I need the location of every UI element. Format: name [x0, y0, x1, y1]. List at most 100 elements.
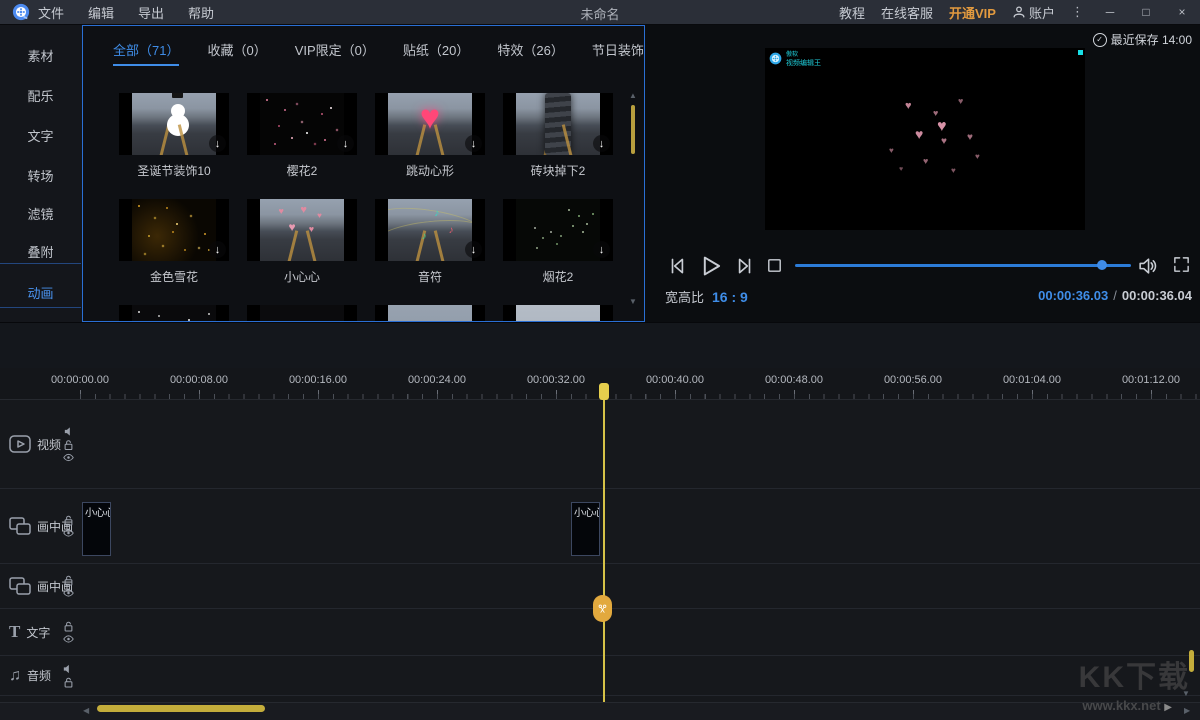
download-icon[interactable]: ↓	[465, 241, 482, 258]
sidebar-item-material[interactable]: 素材	[0, 46, 81, 66]
app-watermark: 傲软 视频编辑王	[769, 52, 821, 68]
track-row-pip1[interactable]: 画中画	[0, 489, 1200, 564]
total-timecode: 00:00:36.04	[1122, 288, 1192, 303]
fullscreen-icon[interactable]	[1172, 255, 1191, 274]
download-icon[interactable]: ↓	[465, 135, 482, 152]
tab-holiday[interactable]: 节日装饰（27）	[592, 40, 645, 66]
download-icon[interactable]: ↓	[209, 241, 226, 258]
library-item[interactable]: ↓ 圣诞节装饰10	[119, 93, 229, 179]
track-lock-icon[interactable]	[64, 575, 73, 586]
thumbnail-sakura[interactable]: ↓	[247, 93, 357, 155]
minimize-button[interactable]: ─	[1100, 5, 1120, 19]
thumbnail-gold-snow[interactable]: ↓	[119, 199, 229, 261]
timeline-clip[interactable]: 小心心	[571, 502, 600, 556]
timeline-clip[interactable]: 小心心	[82, 502, 111, 556]
item-label: 砖块掉下2	[503, 162, 613, 179]
sidebar-item-filter[interactable]: 滤镜	[0, 204, 81, 224]
thumbnail-music-notes[interactable]: ♪ ♪ ♪ ↓	[375, 199, 485, 261]
item-label: 烟花2	[503, 268, 613, 285]
library-item[interactable]: ♪ ♪ ♪ ↓ 音符	[375, 199, 485, 285]
sidebar-item-animation[interactable]: 动画	[0, 283, 81, 303]
playhead-line[interactable]	[603, 383, 605, 702]
playhead-handle[interactable]	[599, 383, 609, 400]
aspect-ratio-label: 宽高比	[665, 287, 704, 306]
maximize-button[interactable]: □	[1136, 5, 1156, 19]
scroll-up-icon[interactable]: ▲	[629, 92, 637, 100]
aspect-ratio-value[interactable]: 16 : 9	[712, 289, 748, 305]
library-item[interactable]	[375, 305, 485, 322]
selection-handle[interactable]	[1078, 50, 1083, 55]
library-scrollbar-thumb[interactable]	[631, 105, 635, 154]
vip-link[interactable]: 开通VIP	[949, 3, 996, 22]
sidebar-item-music[interactable]: 配乐	[0, 86, 81, 106]
library-item[interactable]: ↓ 烟花2	[503, 199, 613, 285]
playback-slider[interactable]	[795, 264, 1131, 267]
tab-all[interactable]: 全部（71）	[113, 40, 179, 66]
track-lock-icon[interactable]	[64, 440, 73, 451]
library-item[interactable]	[119, 305, 229, 322]
library-item[interactable]: ♥ ♥ ♥ ♥ ♥ 小心心	[247, 199, 357, 285]
library-item[interactable]	[247, 305, 357, 322]
prev-frame-button[interactable]	[667, 255, 689, 277]
thumbnail-snowman[interactable]: ↓	[119, 93, 229, 155]
item-label: 跳动心形	[375, 162, 485, 179]
library-item[interactable]: ↓ 金色雪花	[119, 199, 229, 285]
scroll-down-icon[interactable]: ▼	[629, 298, 637, 306]
close-button[interactable]: ×	[1172, 5, 1192, 19]
animation-library-panel: 全部（71） 收藏（0） VIP限定（0） 贴纸（20） 特效（26） 节日装饰…	[82, 25, 645, 322]
item-label: 小心心	[247, 268, 357, 285]
download-icon[interactable]: ↓	[593, 135, 610, 152]
track-row-video[interactable]: 视频	[0, 400, 1200, 489]
tracks-scrollbar-thumb[interactable]	[1189, 650, 1194, 672]
media-sidebar: 素材 配乐 文字 转场 滤镜 叠附 动画	[0, 25, 83, 322]
sidebar-item-overlay[interactable]: 叠附	[0, 242, 81, 262]
track-visibility-icon[interactable]	[63, 529, 74, 537]
heart-icon: ♥	[420, 98, 440, 137]
track-lock-icon[interactable]	[64, 677, 73, 688]
hscroll-right-icon[interactable]: ▶	[1184, 707, 1190, 715]
track-visibility-icon[interactable]	[63, 635, 74, 643]
video-canvas: 傲软 视频编辑王 ♥ ♥ ♥ ♥ ♥ ♥ ♥ ♥ ♥ ♥ ♥ ♥	[765, 48, 1085, 230]
download-icon[interactable]: ↓	[593, 241, 610, 258]
audio-track-icon: ♫	[9, 667, 21, 685]
track-visibility-icon[interactable]	[63, 454, 74, 462]
current-timecode: 00:00:36.03	[1038, 288, 1108, 303]
playback-slider-handle[interactable]	[1097, 260, 1107, 270]
sidebar-item-text[interactable]: 文字	[0, 126, 81, 146]
volume-icon[interactable]	[1137, 255, 1158, 276]
pip-track-icon	[9, 517, 31, 535]
split-scissors-handle[interactable]	[593, 595, 612, 622]
play-button[interactable]	[697, 253, 723, 279]
library-item[interactable]: ↓ 砖块掉下2	[503, 93, 613, 179]
tab-stickers[interactable]: 贴纸（20）	[403, 40, 469, 66]
track-visibility-icon[interactable]	[63, 589, 74, 597]
stop-button[interactable]	[765, 256, 784, 275]
next-frame-button[interactable]	[733, 255, 755, 277]
more-menu-icon[interactable]: ⋮	[1071, 0, 1084, 24]
check-icon: ✓	[1093, 33, 1107, 47]
track-row-audio[interactable]: ♫ 音频	[0, 656, 1200, 696]
download-icon[interactable]: ↓	[209, 135, 226, 152]
tab-vip-only[interactable]: VIP限定（0）	[295, 40, 375, 66]
thumbnail-fireworks[interactable]: ↓	[503, 199, 613, 261]
sidebar-item-transition[interactable]: 转场	[0, 166, 81, 186]
tracks-scroll-down-icon[interactable]: ▼	[1182, 690, 1190, 698]
library-item[interactable]	[503, 305, 613, 322]
support-link[interactable]: 在线客服	[881, 3, 933, 22]
track-lock-icon[interactable]	[64, 515, 73, 526]
library-item[interactable]: ♥ ↓ 跳动心形	[375, 93, 485, 179]
hscroll-left-icon[interactable]: ◀	[83, 707, 89, 715]
track-volume-icon[interactable]	[63, 664, 73, 674]
track-volume-icon[interactable]	[64, 427, 74, 437]
library-item[interactable]: ↓ 樱花2	[247, 93, 357, 179]
tab-effects[interactable]: 特效（26）	[497, 40, 563, 66]
tutorial-link[interactable]: 教程	[839, 3, 865, 22]
track-lock-icon[interactable]	[64, 621, 73, 632]
thumbnail-little-hearts[interactable]: ♥ ♥ ♥ ♥ ♥	[247, 199, 357, 261]
timeline-hscroll-thumb[interactable]	[97, 705, 265, 712]
thumbnail-falling-bricks[interactable]: ↓	[503, 93, 613, 155]
thumbnail-beating-heart[interactable]: ♥ ↓	[375, 93, 485, 155]
tab-favorites[interactable]: 收藏（0）	[207, 40, 266, 66]
account-button[interactable]: 账户	[1012, 3, 1055, 22]
download-icon[interactable]: ↓	[337, 135, 354, 152]
